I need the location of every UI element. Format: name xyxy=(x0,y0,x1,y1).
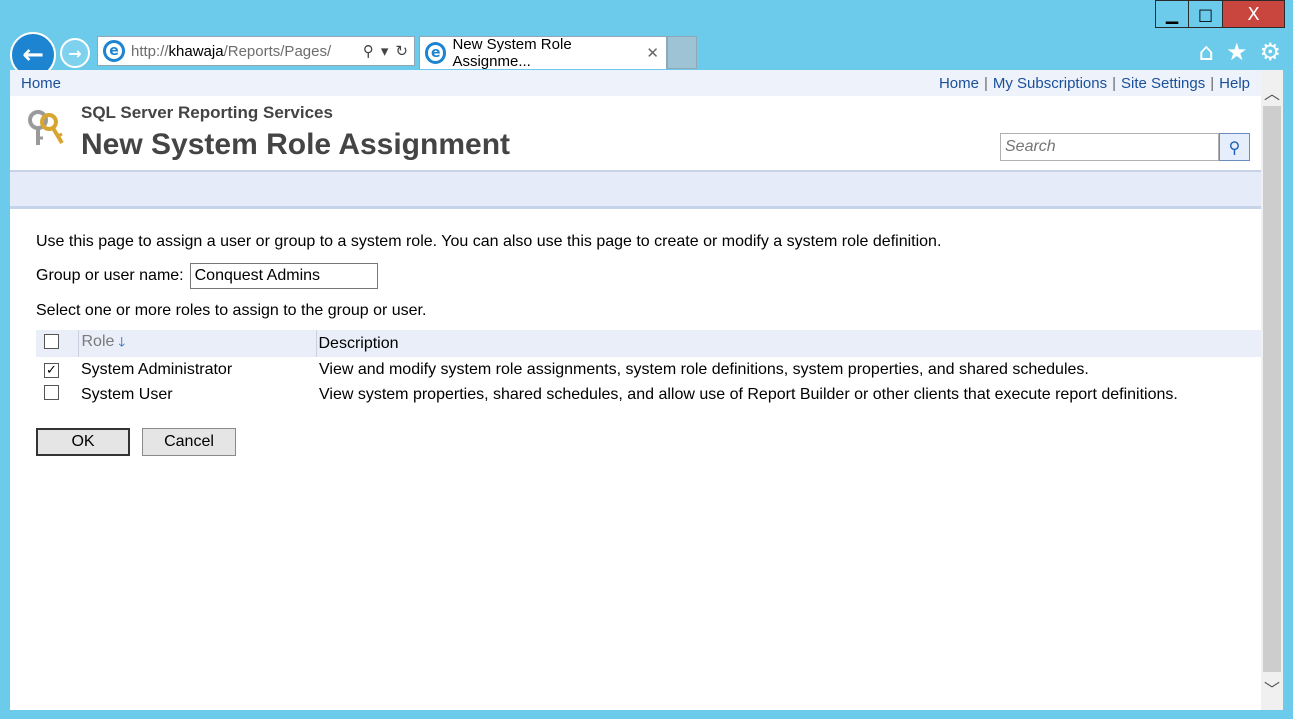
dropdown-icon[interactable]: ▾ xyxy=(381,42,389,60)
product-name: SQL Server Reporting Services xyxy=(81,103,333,122)
name-row: Group or user name: xyxy=(36,263,1235,289)
breadcrumb-home-link[interactable]: Home xyxy=(21,75,61,92)
close-icon: X xyxy=(1247,3,1260,25)
sort-down-arrow-icon: 🡓 xyxy=(118,334,126,350)
intro-text: Use this page to assign a user or group … xyxy=(36,233,942,250)
new-tab-button[interactable] xyxy=(667,36,697,69)
search-icon: ⚲ xyxy=(1228,137,1241,157)
search-button[interactable]: ⚲ xyxy=(1219,133,1250,161)
select-all-checkbox[interactable] xyxy=(44,333,59,349)
nav-home-link[interactable]: Home xyxy=(939,75,979,92)
scroll-down-icon[interactable]: ﹀ xyxy=(1261,674,1283,702)
address-bar[interactable]: e http://khawaja/Reports/Pages/ ⚲ ▾ ↻ xyxy=(97,36,415,66)
ie-logo-icon: e xyxy=(425,42,447,64)
toolbar-band xyxy=(10,172,1261,209)
role-checkbox-system-administrator[interactable]: ✓ xyxy=(44,362,59,378)
home-icon[interactable]: ⌂ xyxy=(1199,38,1214,66)
nav-my-subscriptions-link[interactable]: My Subscriptions xyxy=(993,75,1107,92)
forward-arrow-icon: → xyxy=(68,43,82,63)
page-header: SQL Server Reporting Services New System… xyxy=(10,96,1261,172)
tab-close-icon[interactable]: ✕ xyxy=(646,44,659,62)
minimize-button[interactable]: ▁ xyxy=(1155,0,1189,28)
roles-table: Role 🡓 Description ✓ System Administrator… xyxy=(36,330,1261,407)
table-header-row: Role 🡓 Description xyxy=(36,330,1261,357)
refresh-icon[interactable]: ↻ xyxy=(395,42,408,60)
nav-separator: | xyxy=(983,74,988,92)
page-content: Home Home | My Subscriptions | Site Sett… xyxy=(10,70,1261,710)
group-user-name-input[interactable] xyxy=(189,263,378,289)
vertical-scrollbar[interactable]: ︿ ﹀ xyxy=(1261,70,1283,710)
role-description: View and modify system role assignments,… xyxy=(319,360,1089,378)
back-arrow-icon: ← xyxy=(22,40,44,70)
cancel-button[interactable]: Cancel xyxy=(142,428,236,456)
nav-site-settings-link[interactable]: Site Settings xyxy=(1121,75,1205,92)
scroll-up-icon[interactable]: ︿ xyxy=(1261,78,1283,106)
nav-help-link[interactable]: Help xyxy=(1219,75,1250,92)
keys-icon xyxy=(28,110,64,145)
maximize-icon: □ xyxy=(1197,4,1214,24)
browser-navbar: ← → e http://khawaja/Reports/Pages/ ⚲ ▾ … xyxy=(0,30,1293,78)
role-name: System User xyxy=(81,385,173,403)
scroll-thumb[interactable] xyxy=(1263,106,1281,672)
search-icon[interactable]: ⚲ xyxy=(363,42,374,60)
browser-tab[interactable]: e New System Role Assignme... ✕ xyxy=(419,36,667,70)
role-name: System Administrator xyxy=(81,360,233,378)
minimize-icon: ▁ xyxy=(1165,4,1179,24)
select-instructions: Select one or more roles to assign to th… xyxy=(36,302,427,319)
search-input[interactable] xyxy=(1000,133,1219,161)
description-column-header: Description xyxy=(315,330,1261,357)
form-buttons: OK Cancel xyxy=(36,428,1235,456)
nav-separator: | xyxy=(1112,74,1117,92)
role-description: View system properties, shared schedules… xyxy=(319,385,1178,403)
forward-button[interactable]: → xyxy=(60,38,90,68)
maximize-button[interactable]: □ xyxy=(1189,0,1223,28)
role-column-header[interactable]: Role 🡓 xyxy=(77,330,316,357)
settings-gear-icon[interactable]: ⚙ xyxy=(1259,38,1281,66)
favorites-star-icon[interactable]: ★ xyxy=(1226,38,1248,66)
browser-toolbar: ⌂ ★ ⚙ xyxy=(1199,38,1281,66)
select-all-cell xyxy=(36,330,78,357)
address-path: /Reports/Pages/ xyxy=(223,42,332,60)
ok-button[interactable]: OK xyxy=(36,428,130,456)
name-label: Group or user name: xyxy=(36,267,184,284)
window-controls: ▁ □ X xyxy=(1155,0,1285,28)
nav-separator: | xyxy=(1210,74,1215,92)
close-button[interactable]: X xyxy=(1223,0,1285,28)
tab-title: New System Role Assignme... xyxy=(452,36,572,70)
table-row: ✓ System Administrator View and modify s… xyxy=(36,357,1261,382)
address-host: khawaja xyxy=(168,42,224,60)
table-row: System User View system properties, shar… xyxy=(36,382,1261,407)
address-prefix: http:// xyxy=(131,42,169,60)
role-checkbox-system-user[interactable] xyxy=(44,384,59,400)
main-form: Use this page to assign a user or group … xyxy=(10,209,1261,480)
top-navigation: Home Home | My Subscriptions | Site Sett… xyxy=(10,70,1261,96)
ie-logo-icon: e xyxy=(103,40,125,62)
page-title: New System Role Assignment xyxy=(81,128,511,161)
search-box: ⚲ xyxy=(1000,133,1250,161)
